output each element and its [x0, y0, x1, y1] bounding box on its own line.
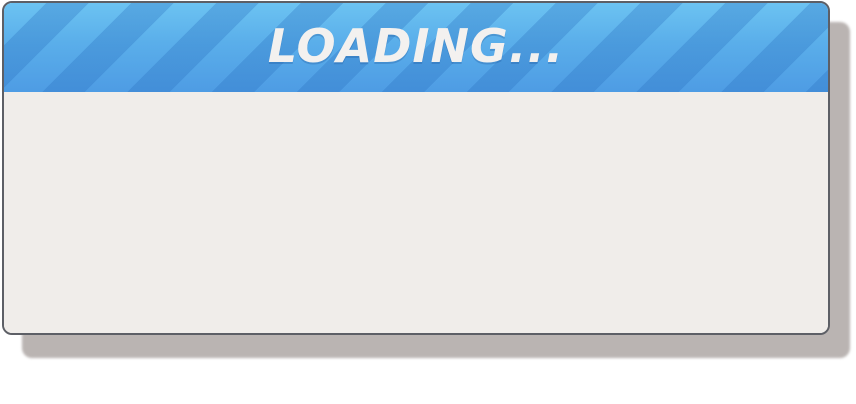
dialog-header: LOADING... [4, 3, 828, 92]
loading-dialog: LOADING... [2, 1, 830, 335]
dialog-body [4, 92, 828, 333]
loading-title: LOADING... [267, 19, 565, 73]
loading-screen: LOADING... [0, 0, 856, 404]
